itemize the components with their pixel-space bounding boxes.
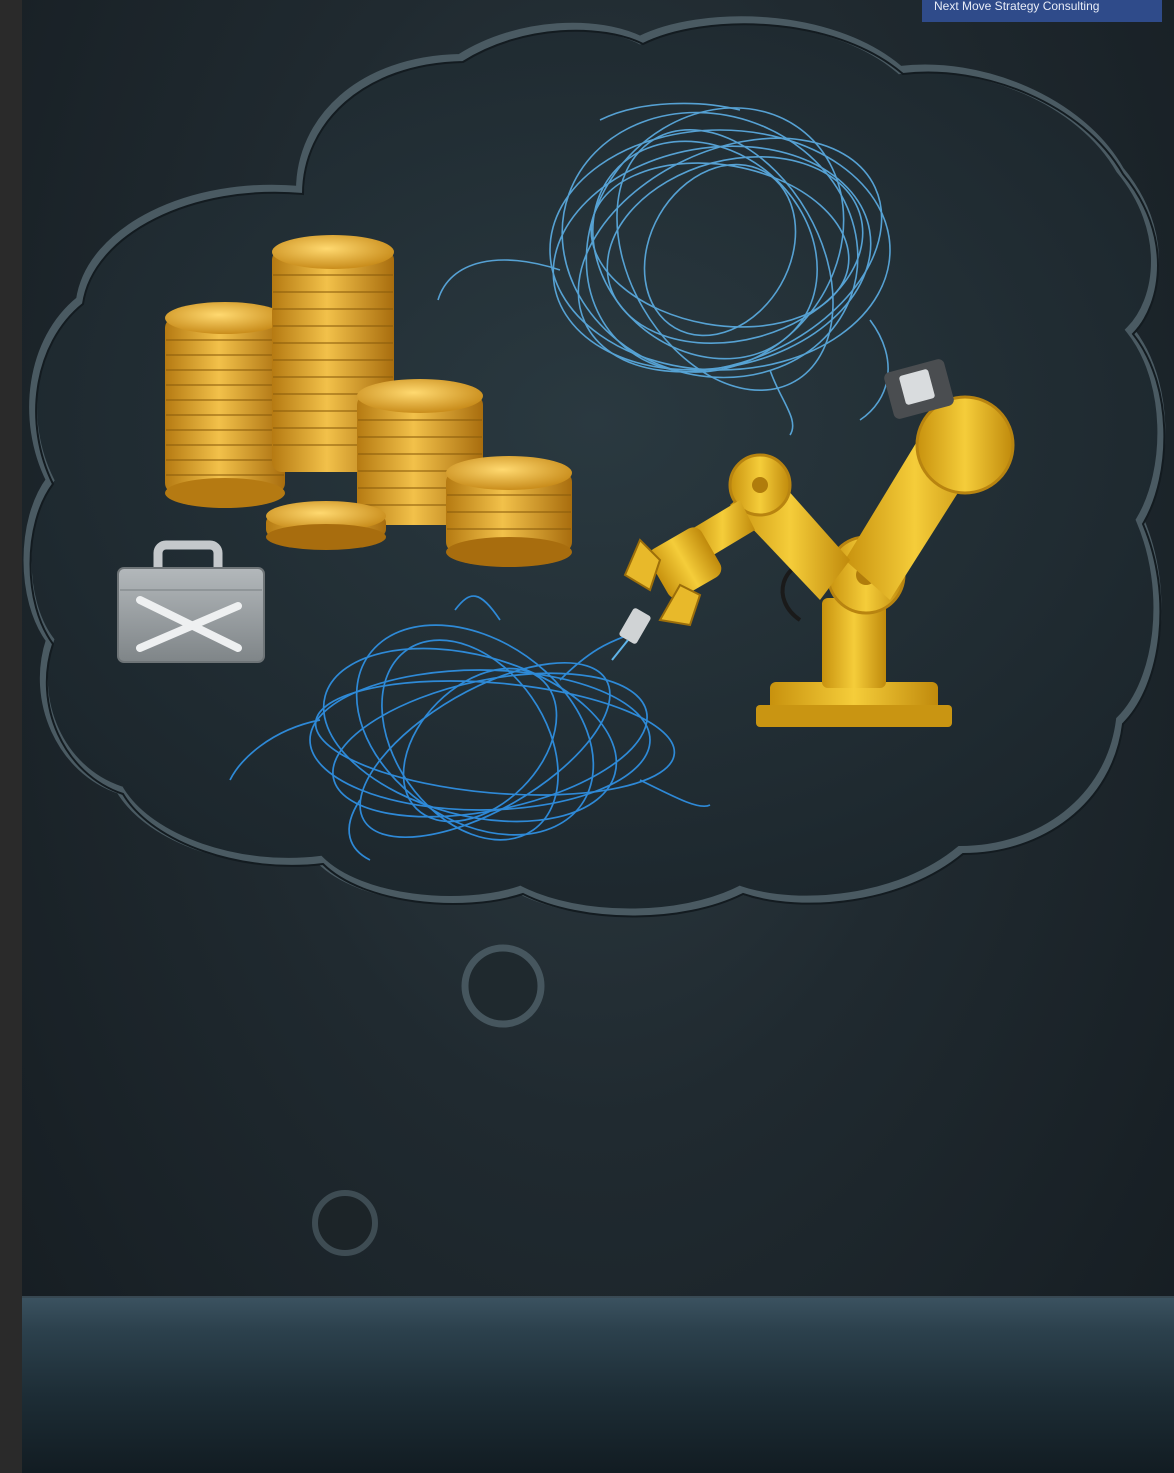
illustration-page: Next Move Strategy Consulting [0,0,1174,1473]
thought-bubble-small [312,1190,378,1256]
thought-bubble-large [461,944,545,1028]
thought-illustration [23,16,1166,1256]
brand-tag: Next Move Strategy Consulting [922,0,1162,22]
